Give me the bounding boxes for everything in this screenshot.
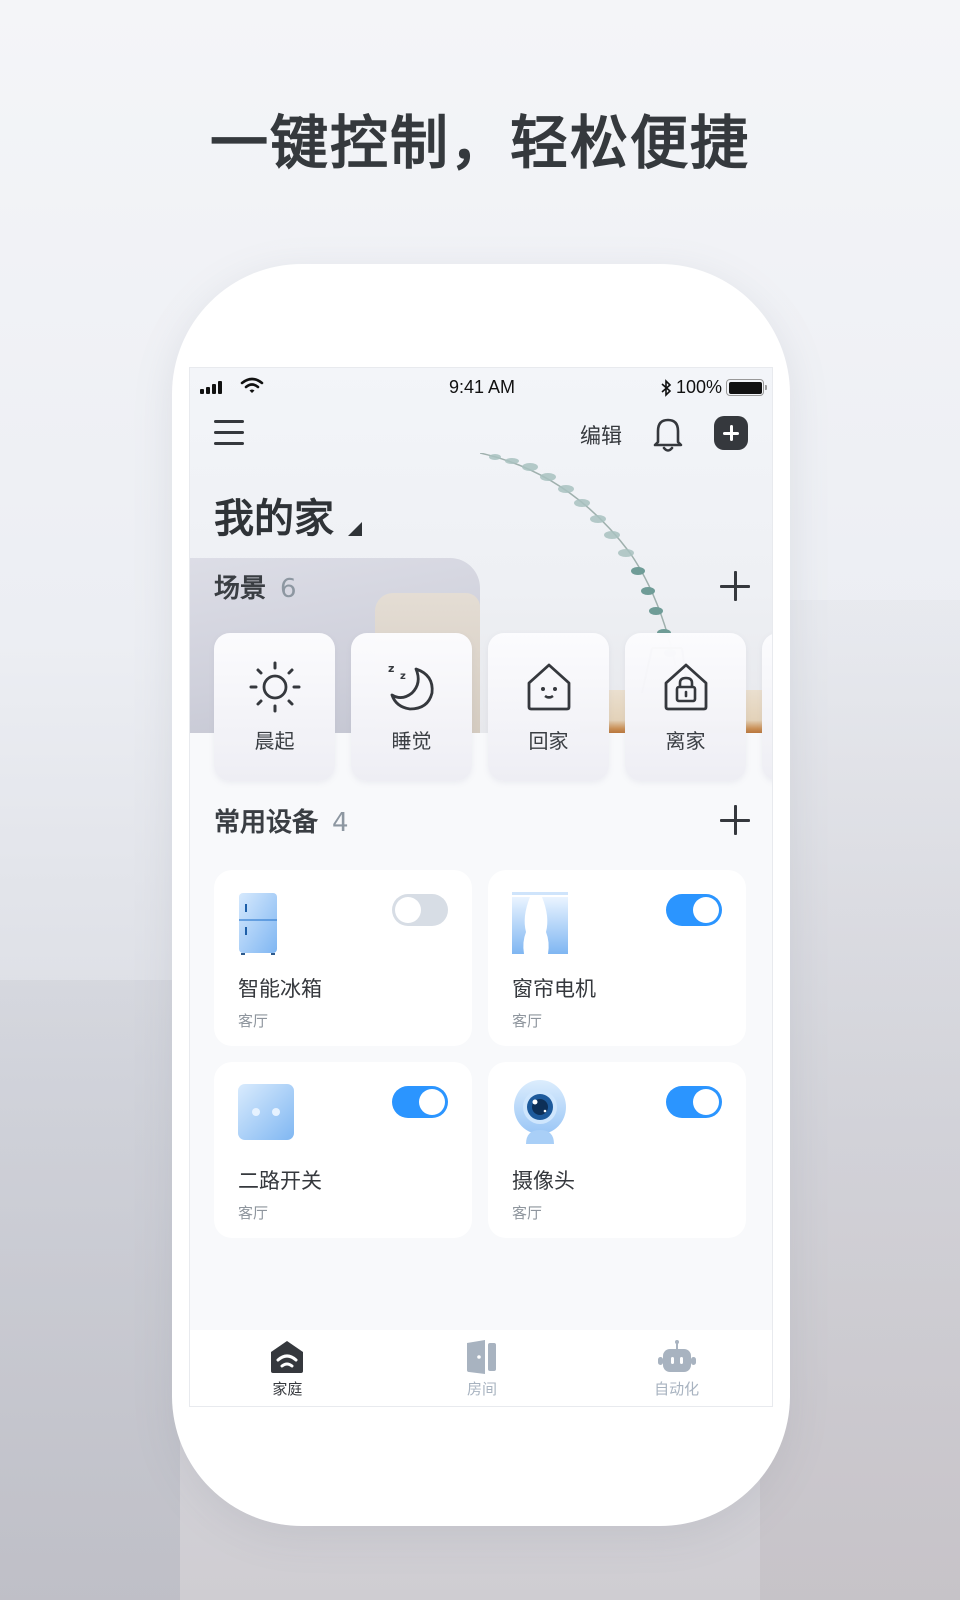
devices-title: 常用设备 bbox=[214, 807, 319, 838]
robot-icon bbox=[657, 1340, 696, 1372]
device-card-curtain[interactable]: 窗帘电机 客厅 bbox=[488, 870, 746, 1046]
device-toggle[interactable] bbox=[666, 894, 722, 926]
home-tab-icon bbox=[271, 1341, 304, 1373]
scene-card-more[interactable] bbox=[762, 633, 772, 781]
tab-label: 房间 bbox=[467, 1380, 498, 1398]
home-lock-icon bbox=[664, 663, 707, 711]
scene-card-home[interactable]: 回家 bbox=[488, 633, 609, 781]
tab-rooms[interactable]: 房间 bbox=[385, 1330, 580, 1406]
device-name: 窗帘电机 bbox=[512, 977, 596, 1001]
tab-automation[interactable]: 自动化 bbox=[579, 1330, 772, 1406]
devices-grid: 智能冰箱 客厅 窗帘电机 客厅 二路开关 客厅 摄像头 客厅 bbox=[214, 870, 746, 1238]
device-toggle[interactable] bbox=[666, 1086, 722, 1118]
background-blur-left bbox=[0, 980, 180, 1600]
app-screen: 9:41 AM 100% 编辑 我的家 场景 6 晨起 z z 睡觉 回家 离家… bbox=[189, 367, 773, 1407]
scenes-title: 场景 bbox=[214, 573, 267, 604]
scene-label: 睡觉 bbox=[391, 729, 432, 753]
add-device-button[interactable] bbox=[720, 805, 750, 835]
scene-card-away[interactable]: 离家 bbox=[625, 633, 746, 781]
device-room: 客厅 bbox=[238, 1012, 269, 1030]
device-card-fridge[interactable]: 智能冰箱 客厅 bbox=[214, 870, 472, 1046]
bluetooth-icon bbox=[661, 378, 672, 397]
scene-card-morning[interactable]: 晨起 bbox=[214, 633, 335, 781]
scenes-header: 场景 6 bbox=[214, 566, 750, 606]
bell-icon[interactable] bbox=[650, 414, 686, 454]
switch-icon bbox=[238, 1084, 294, 1140]
device-card-camera[interactable]: 摄像头 客厅 bbox=[488, 1062, 746, 1238]
tab-bar: 家庭 房间 自动化 bbox=[190, 1330, 772, 1406]
background-blur-right bbox=[760, 600, 960, 1600]
scene-label: 晨起 bbox=[254, 729, 295, 753]
home-title: 我的家 bbox=[214, 496, 334, 542]
tab-home[interactable]: 家庭 bbox=[190, 1330, 385, 1406]
home-selector[interactable]: 我的家 bbox=[214, 486, 362, 544]
home-smile-icon bbox=[527, 663, 570, 711]
top-bar: 编辑 bbox=[190, 410, 772, 460]
edit-button[interactable]: 编辑 bbox=[580, 420, 622, 450]
scene-label: 离家 bbox=[665, 729, 706, 753]
device-room: 客厅 bbox=[238, 1204, 269, 1222]
tab-label: 自动化 bbox=[654, 1380, 700, 1398]
device-toggle[interactable] bbox=[392, 894, 448, 926]
dropdown-triangle-icon bbox=[348, 522, 362, 536]
fridge-icon bbox=[239, 893, 277, 955]
status-bar: 9:41 AM 100% bbox=[190, 368, 772, 408]
add-scene-button[interactable] bbox=[720, 571, 750, 601]
devices-count: 4 bbox=[332, 807, 349, 838]
device-room: 客厅 bbox=[512, 1204, 543, 1222]
device-name: 智能冰箱 bbox=[238, 977, 322, 1001]
add-button[interactable] bbox=[714, 416, 748, 450]
curtain-icon bbox=[512, 892, 568, 954]
scenes-list: 晨起 z z 睡觉 回家 离家 bbox=[214, 633, 772, 781]
tab-label: 家庭 bbox=[272, 1380, 303, 1398]
sun-icon bbox=[249, 661, 300, 713]
scenes-count: 6 bbox=[280, 573, 297, 604]
scene-label: 回家 bbox=[528, 729, 569, 753]
promo-headline: 一键控制，轻松便捷 bbox=[209, 109, 750, 177]
device-name: 二路开关 bbox=[238, 1169, 322, 1193]
svg-text:z: z bbox=[388, 662, 394, 675]
menu-icon[interactable] bbox=[214, 420, 246, 448]
moon-sleep-icon: z z bbox=[388, 662, 434, 711]
svg-text:z: z bbox=[400, 671, 406, 682]
device-room: 客厅 bbox=[512, 1012, 543, 1030]
battery-icon bbox=[726, 379, 767, 396]
camera-icon bbox=[514, 1080, 566, 1144]
device-toggle[interactable] bbox=[392, 1086, 448, 1118]
device-name: 摄像头 bbox=[512, 1169, 575, 1193]
status-right: 100% bbox=[660, 377, 767, 398]
battery-percent: 100% bbox=[675, 377, 722, 397]
scene-card-sleep[interactable]: z z 睡觉 bbox=[351, 633, 472, 781]
door-icon bbox=[467, 1340, 496, 1374]
device-card-switch[interactable]: 二路开关 客厅 bbox=[214, 1062, 472, 1238]
devices-header: 常用设备 4 bbox=[214, 800, 750, 840]
